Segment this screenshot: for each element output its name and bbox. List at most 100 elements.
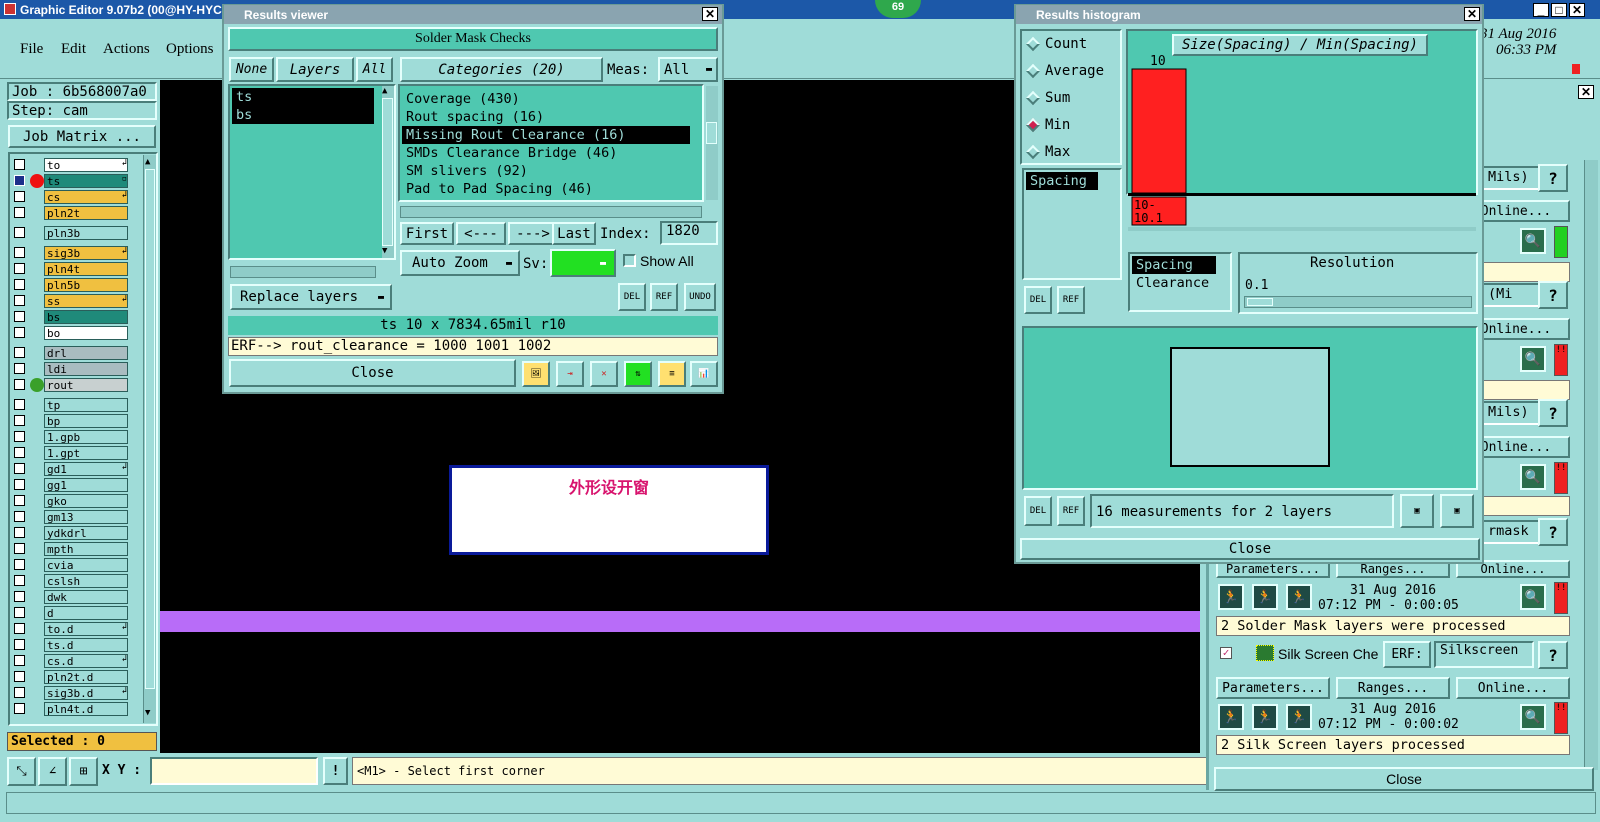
layer-row-ydkdrl[interactable]: ydkdrl [12, 526, 130, 540]
histogram-bar[interactable] [1131, 68, 1187, 194]
help-button-3[interactable]: ? [1538, 399, 1568, 427]
next-button[interactable]: ---> [508, 222, 558, 245]
layer-row-pln2t[interactable]: pln2t [12, 206, 130, 220]
category-sm-slivers[interactable]: SM slivers (92) [402, 162, 702, 180]
layer-checkbox[interactable] [14, 311, 25, 322]
layer-row-cslsh[interactable]: cslsh [12, 574, 130, 588]
histogram-zoom-out-icon[interactable]: ▣ [1440, 494, 1474, 528]
layer-checkbox[interactable] [14, 703, 25, 714]
category-list-hscroll[interactable] [400, 206, 702, 218]
layer-row-sig3b[interactable]: sig3b ↲ [12, 246, 130, 260]
run-all-icon-2[interactable]: 🏃 [1252, 704, 1278, 730]
layer-row-bo[interactable]: bo [12, 326, 130, 340]
layer-row-drl[interactable]: drl [12, 346, 130, 360]
close-icon[interactable]: ✕ [1569, 3, 1585, 17]
layer-row-cs[interactable]: cs ↲ [12, 190, 130, 204]
alert-icon[interactable]: ! [323, 757, 348, 785]
help-button-4[interactable]: ? [1538, 518, 1568, 546]
menu-edit[interactable]: Edit [61, 41, 86, 58]
histogram-close-button[interactable]: Close [1020, 538, 1480, 560]
result-layer-ts[interactable]: ts [232, 88, 374, 106]
parameters-button-2[interactable]: Parameters... [1216, 677, 1330, 699]
layer-checkbox[interactable] [14, 207, 25, 218]
xy-input[interactable] [150, 757, 318, 785]
sv-color-select[interactable]: ▬ [550, 249, 616, 277]
layer-row-gd1[interactable]: gd1 ↲ [12, 462, 130, 476]
layer-row-pln3b[interactable]: pln3b [12, 226, 130, 240]
histogram-hscroll[interactable] [1128, 227, 1476, 231]
run-all-icon-1[interactable]: 🏃 [1252, 584, 1278, 610]
viewer-disabled-icon[interactable]: ✕ [590, 361, 618, 387]
layer-checkbox[interactable] [14, 463, 25, 474]
zoom-icon-1[interactable]: 🔍 [1520, 228, 1546, 254]
category-rout-spacing[interactable]: Rout spacing (16) [402, 108, 702, 126]
resolution-slider[interactable] [1244, 296, 1472, 308]
property-clearance[interactable]: Clearance [1132, 274, 1228, 292]
category-list-vscroll[interactable] [706, 86, 718, 200]
layer-row-bs[interactable]: bs [12, 310, 130, 324]
category-smds-clearance-bridge[interactable]: SMDs Clearance Bridge (46) [402, 144, 702, 162]
viewer-report-icon[interactable]: ≡ [658, 361, 686, 387]
viewer-export-icon[interactable]: ⇥ [556, 361, 584, 387]
layer-checkbox[interactable] [14, 607, 25, 618]
histogram-ref-button-1[interactable]: REF [1057, 286, 1085, 314]
maximize-icon[interactable]: □ [1551, 3, 1567, 17]
result-layer-bs[interactable]: bs [232, 106, 374, 124]
menu-file[interactable]: File [20, 41, 43, 58]
layer-checkbox[interactable] [14, 431, 25, 442]
property-list[interactable]: Spacing Clearance [1128, 252, 1232, 312]
layers-button[interactable]: Layers [276, 57, 354, 82]
layer-row-cvia[interactable]: cvia [12, 558, 130, 572]
show-all-checkbox[interactable] [623, 254, 636, 267]
layer-row-cs-d[interactable]: cs.d ↲ [12, 654, 130, 668]
histogram-del-button-2[interactable]: DEL [1024, 496, 1052, 526]
layer-row-to[interactable]: to ↲ [12, 158, 130, 172]
layer-checkbox[interactable] [14, 655, 25, 666]
viewer-del-button[interactable]: DEL [618, 283, 646, 311]
layer-row-gg1[interactable]: gg1 [12, 478, 130, 492]
run-icon-2[interactable]: 🏃 [1218, 704, 1244, 730]
layer-row-gko[interactable]: gko [12, 494, 130, 508]
category-list[interactable]: Coverage (430) Rout spacing (16) Missing… [398, 84, 704, 202]
layer-checkbox[interactable] [14, 575, 25, 586]
checklist-close-button[interactable]: Close [1214, 767, 1594, 791]
zoom-icon-3[interactable]: 🔍 [1520, 464, 1546, 490]
layer-checkbox[interactable] [14, 175, 25, 186]
layer-row-pln5b[interactable]: pln5b [12, 278, 130, 292]
measure-list[interactable]: Spacing [1022, 168, 1122, 280]
help-button-1[interactable]: ? [1538, 164, 1568, 192]
measure-spacing[interactable]: Spacing [1026, 172, 1098, 190]
layer-checkbox[interactable] [14, 247, 25, 258]
layer-list-hscroll[interactable] [230, 266, 376, 278]
layer-row-sig3b-d[interactable]: sig3b.d ↲ [12, 686, 130, 700]
layer-checkbox[interactable] [14, 191, 25, 202]
viewer-histogram-icon[interactable]: 📊 [690, 361, 718, 387]
layer-checkbox[interactable] [14, 495, 25, 506]
layer-list-vscroll[interactable]: ▲ ▼ [382, 86, 394, 258]
tool-snap-icon[interactable]: ⤡ [7, 757, 36, 786]
layer-checkbox[interactable] [14, 559, 25, 570]
category-pad-to-pad-spacing[interactable]: Pad to Pad Spacing (46) [402, 180, 702, 198]
histogram-del-button-1[interactable]: DEL [1024, 286, 1052, 314]
layer-checkbox[interactable] [14, 295, 25, 306]
resolution-slider-thumb[interactable] [1247, 298, 1273, 306]
menu-actions[interactable]: Actions [103, 41, 150, 58]
zoom-icon-5[interactable]: 🔍 [1520, 704, 1546, 730]
zoom-icon-2[interactable]: 🔍 [1520, 346, 1546, 372]
scroll-down-icon[interactable]: ▼ [145, 708, 150, 718]
layer-checkbox[interactable] [14, 591, 25, 602]
meas-select[interactable]: All ▬ [658, 57, 718, 82]
layer-checkbox[interactable] [14, 347, 25, 358]
histogram-ref-button-2[interactable]: REF [1057, 496, 1085, 526]
check2-checkbox[interactable]: ✓ [1220, 647, 1232, 659]
layer-checkbox[interactable] [14, 227, 25, 238]
zoom-icon-4[interactable]: 🔍 [1520, 584, 1546, 610]
index-input[interactable]: 1820 [660, 221, 718, 245]
layers-all-button[interactable]: All [356, 57, 393, 82]
layer-row-tp[interactable]: tp [12, 398, 130, 412]
layer-checkbox[interactable] [14, 327, 25, 338]
checklist-close-icon[interactable]: ✕ [1578, 85, 1594, 99]
prev-button[interactable]: <--- [456, 222, 506, 245]
viewer-close-button[interactable]: Close [229, 359, 516, 387]
layer-checkbox[interactable] [14, 639, 25, 650]
